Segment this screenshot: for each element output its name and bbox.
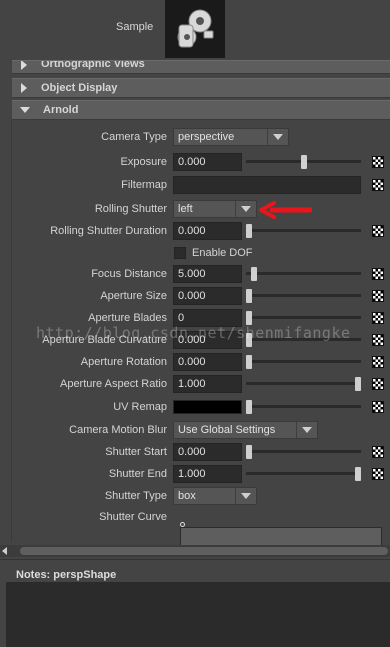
dropdown-arrow-box [235,488,256,504]
chevron-down-icon [241,493,251,499]
camera-type-dropdown[interactable]: perspective [173,128,289,146]
aperture-aspect-ratio-slider[interactable] [246,382,361,385]
aperture-rotation-map-button[interactable] [372,356,384,368]
section-orthographic-views[interactable]: Orthographic Views [12,60,390,74]
focus-distance-slider[interactable] [246,272,361,275]
dropdown-arrow-box [267,129,288,145]
camera-sample-icon [177,9,214,48]
scroll-left-arrow-icon[interactable] [2,547,7,555]
uv-remap-slider[interactable] [246,405,361,408]
aperture-rotation-label: Aperture Rotation [80,356,167,368]
shutter-end-field[interactable]: 1.000 [173,465,242,483]
aperture-aspect-ratio-slider-handle[interactable] [355,377,361,391]
exposure-field[interactable]: 0.000 [173,153,242,171]
collapse-arrow-icon [20,107,30,113]
dropdown-arrow-box [296,422,317,438]
exposure-slider-handle[interactable] [300,155,307,169]
shutter-start-slider-handle[interactable] [246,445,252,459]
focus-distance-field[interactable]: 5.000 [173,265,242,283]
shutter-end-slider-handle[interactable] [355,467,361,481]
shutter-type-label: Shutter Type [104,490,167,502]
chevron-down-icon [241,206,251,212]
section-title: Arnold [43,104,79,116]
aperture-blades-map-button[interactable] [372,312,384,324]
chevron-down-icon [273,134,283,140]
dropdown-arrow-box [235,201,256,217]
focus-distance-slider-handle[interactable] [251,267,258,281]
sample-label: Sample [116,21,154,33]
rolling-shutter-duration-slider[interactable] [246,229,361,232]
shutter-end-label: Shutter End [108,468,167,480]
expand-arrow-icon [21,83,27,93]
sample-thumbnail [165,0,225,58]
rolling-shutter-duration-map-button[interactable] [372,225,384,237]
shutter-type-value: box [178,490,196,502]
rolling-shutter-duration-field[interactable]: 0.000 [173,222,242,240]
section-title: Orthographic Views [41,60,145,70]
rolling-shutter-duration-label: Rolling Shutter Duration [50,225,167,237]
enable-dof-label: Enable DOF [192,247,253,259]
filtermap-map-button[interactable] [372,179,384,191]
camera-motion-blur-dropdown[interactable]: Use Global Settings [173,421,318,439]
aperture-blade-curvature-map-button[interactable] [372,334,384,346]
section-title: Object Display [41,82,118,94]
aperture-blades-slider[interactable] [246,316,361,319]
notes-textarea[interactable] [6,582,390,647]
shutter-start-map-button[interactable] [372,446,384,458]
rolling-shutter-value: left [178,203,193,215]
shutter-start-field[interactable]: 0.000 [173,443,242,461]
aperture-size-label: Aperture Size [100,290,167,302]
shutter-end-map-button[interactable] [372,468,384,480]
aperture-rotation-slider-handle[interactable] [246,355,252,369]
chevron-down-icon [302,427,312,433]
aperture-rotation-slider[interactable] [246,360,361,363]
red-arrow-annotation-icon [259,201,312,219]
uv-remap-map-button[interactable] [372,401,384,413]
shutter-type-dropdown[interactable]: box [173,487,257,505]
curve-point-handle[interactable] [180,522,185,527]
camera-motion-blur-value: Use Global Settings [178,424,276,436]
filtermap-label: Filtermap [121,179,167,191]
shutter-curve-editor[interactable] [180,527,382,547]
section-arnold[interactable]: Arnold [12,100,390,120]
shutter-end-slider[interactable] [246,472,361,475]
aperture-blades-slider-handle[interactable] [246,311,252,325]
aperture-aspect-ratio-field[interactable]: 1.000 [173,375,242,393]
uv-remap-color-swatch[interactable] [173,400,242,414]
notes-label: Notes: perspShape [16,569,117,581]
expand-arrow-icon [21,61,27,70]
shutter-start-slider[interactable] [246,450,361,453]
filtermap-field[interactable] [173,176,361,194]
aperture-size-map-button[interactable] [372,290,384,302]
exposure-label: Exposure [120,156,167,168]
camera-type-label: Camera Type [101,131,167,143]
focus-distance-label: Focus Distance [91,268,167,280]
camera-type-value: perspective [178,131,235,143]
shutter-start-label: Shutter Start [105,446,167,458]
shutter-curve-label: Shutter Curve [99,511,167,523]
watermark-text: http://blog.csdn.net/shenmifangke [36,324,351,342]
uv-remap-slider-handle[interactable] [246,400,252,414]
aperture-size-slider-handle[interactable] [246,289,252,303]
aperture-size-slider[interactable] [246,294,361,297]
indent-line [11,120,12,542]
rolling-shutter-label: Rolling Shutter [94,203,167,215]
camera-motion-blur-label: Camera Motion Blur [69,424,167,436]
aperture-aspect-ratio-label: Aperture Aspect Ratio [59,378,167,390]
aperture-aspect-ratio-map-button[interactable] [372,378,384,390]
aperture-size-field[interactable]: 0.000 [173,287,242,305]
focus-distance-map-button[interactable] [372,268,384,280]
rolling-shutter-duration-slider-handle[interactable] [246,224,252,238]
exposure-map-button[interactable] [372,156,384,168]
aperture-rotation-field[interactable]: 0.000 [173,353,242,371]
scrollbar-thumb[interactable] [20,547,388,555]
section-object-display[interactable]: Object Display [12,78,390,98]
rolling-shutter-dropdown[interactable]: left [173,200,257,218]
uv-remap-label: UV Remap [113,401,167,413]
enable-dof-checkbox[interactable] [174,247,186,259]
aperture-blades-label: Aperture Blades [88,312,167,324]
